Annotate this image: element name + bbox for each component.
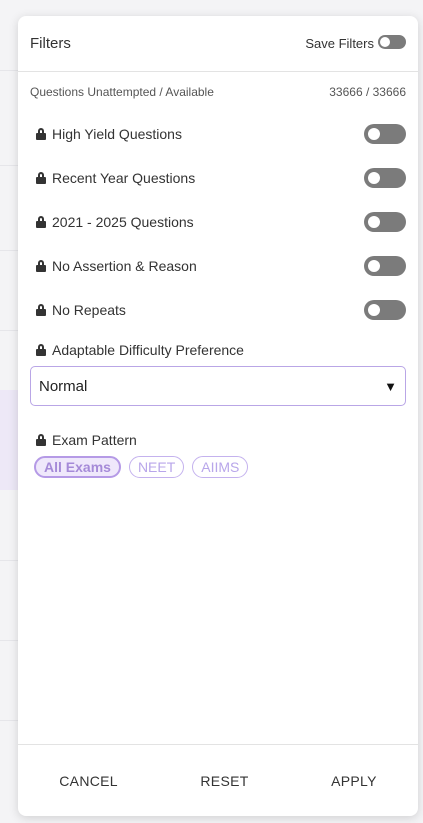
- exam-pattern-chips: All Exams NEET AIIMS: [18, 454, 418, 480]
- background-divider: [0, 165, 18, 166]
- filters-panel: Filters Save Filters Questions Unattempt…: [18, 16, 418, 816]
- filter-label: 2021 - 2025 Questions: [52, 214, 194, 230]
- filter-label: Recent Year Questions: [52, 170, 196, 186]
- background-divider: [0, 70, 18, 71]
- save-filters-toggle[interactable]: [378, 34, 406, 49]
- background-divider: [0, 560, 18, 561]
- filters-footer: CANCEL RESET APPLY: [18, 744, 418, 816]
- counts-value: 33666 / 33666: [329, 85, 406, 99]
- lock-icon: [36, 304, 46, 316]
- difficulty-label: Adaptable Difficulty Preference: [52, 342, 244, 358]
- lock-icon: [36, 216, 46, 228]
- exam-pattern-label: Exam Pattern: [18, 426, 418, 454]
- year-range-toggle[interactable]: [364, 212, 406, 232]
- no-assertion-toggle[interactable]: [364, 256, 406, 276]
- filter-label: No Assertion & Reason: [52, 258, 197, 274]
- high-yield-toggle[interactable]: [364, 124, 406, 144]
- exam-pattern-title: Exam Pattern: [52, 432, 137, 448]
- toggle-knob: [368, 304, 380, 316]
- toggle-knob: [368, 260, 380, 272]
- filter-row-recent-year: Recent Year Questions: [18, 156, 418, 200]
- filter-label: High Yield Questions: [52, 126, 182, 142]
- difficulty-selected-value: Normal: [39, 377, 88, 395]
- chip-neet[interactable]: NEET: [128, 456, 185, 478]
- cancel-button[interactable]: CANCEL: [43, 765, 134, 797]
- triangle-down-icon: ▼: [384, 378, 397, 394]
- background-highlight: [0, 390, 18, 490]
- filter-row-high-yield: High Yield Questions: [18, 112, 418, 156]
- toggle-knob: [368, 216, 380, 228]
- background-divider: [0, 720, 18, 721]
- chip-all-exams[interactable]: All Exams: [34, 456, 121, 478]
- toggle-knob: [368, 172, 380, 184]
- lock-icon: [36, 260, 46, 272]
- recent-year-toggle[interactable]: [364, 168, 406, 188]
- filter-label: No Repeats: [52, 302, 126, 318]
- lock-icon: [36, 434, 46, 446]
- lock-icon: [36, 172, 46, 184]
- panel-title: Filters: [30, 35, 71, 52]
- filter-row-2021-2025: 2021 - 2025 Questions: [18, 200, 418, 244]
- toggle-knob: [368, 128, 380, 140]
- no-repeats-toggle[interactable]: [364, 300, 406, 320]
- filters-header: Filters Save Filters: [18, 16, 418, 72]
- chip-aiims[interactable]: AIIMS: [192, 456, 249, 478]
- question-counts: Questions Unattempted / Available 33666 …: [18, 72, 418, 112]
- toggle-knob: [380, 36, 390, 47]
- difficulty-section-label: Adaptable Difficulty Preference: [18, 336, 418, 364]
- background-divider: [0, 330, 18, 331]
- lock-icon: [36, 344, 46, 356]
- background-divider: [0, 250, 18, 251]
- save-filters-label: Save Filters: [305, 36, 374, 51]
- background-divider: [0, 640, 18, 641]
- counts-label: Questions Unattempted / Available: [30, 85, 214, 99]
- lock-icon: [36, 128, 46, 140]
- difficulty-select[interactable]: Normal ▼: [30, 366, 406, 406]
- reset-button[interactable]: RESET: [184, 765, 264, 797]
- apply-button[interactable]: APPLY: [315, 765, 393, 797]
- filter-row-no-assertion: No Assertion & Reason: [18, 244, 418, 288]
- filter-row-no-repeats: No Repeats: [18, 288, 418, 332]
- save-filters-control[interactable]: Save Filters: [305, 34, 406, 51]
